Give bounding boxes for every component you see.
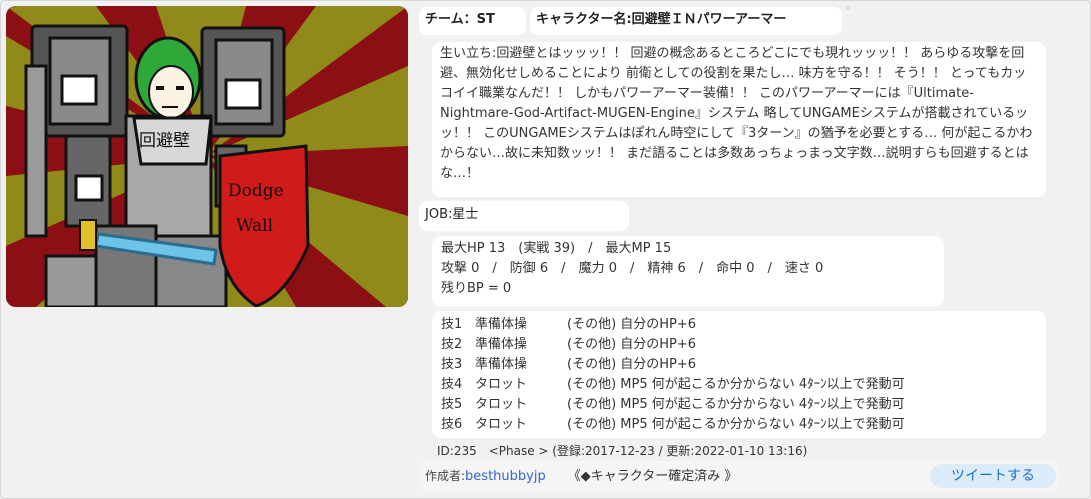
skill-number: 技4 [441,377,463,392]
creator-label: 作成者: [425,469,466,483]
skill-number: 技2 [441,337,463,352]
skill-row: 技3 準備体操 (その他) 自分のHP+6 [441,355,1037,375]
skill-name: タロット [475,377,528,392]
shield-lettering-2: Wall [236,216,273,236]
stats-bp: 残りBP = 0 [441,281,512,296]
corner-dot [846,6,850,10]
character-name: キャラクター名:回避壁ＩＮパワーアーマー [530,7,842,35]
skill-description: (その他) 自分のHP+6 [567,337,697,352]
stats-attributes: 攻撃 0 / 防御 6 / 魔力 0 / 精神 6 / 命中 0 / 速さ 0 [441,261,824,276]
skill-row: 技5 タロット (その他) MP5 何が起こるか分からない 4ﾀｰﾝ以上で発動可 [441,395,1037,415]
skill-description: (その他) 自分のHP+6 [567,357,697,372]
character-image: 回避壁 Dodge Wall [6,6,408,307]
skill-number: 技1 [441,317,463,332]
skill-name: 準備体操 [475,317,528,332]
skill-row: 技6 タロット (その他) MP5 何が起こるか分からない 4ﾀｰﾝ以上で発動可 [441,415,1037,435]
character-illustration: 回避壁 Dodge Wall [6,6,408,307]
team-label: チーム：ST [419,7,526,35]
stats-hp-mp: 最大HP 13 (実戦 39) / 最大MP 15 [441,241,672,256]
skill-number: 技3 [441,357,463,372]
character-meta: ID:235 <Phase > (登録:2017-12-23 / 更新:2022… [437,444,808,458]
character-status: 《◆キャラクター確定済み 》 [567,469,738,484]
skill-description: (その他) 自分のHP+6 [567,317,697,332]
stats-panel: 最大HP 13 (実戦 39) / 最大MP 15 攻撃 0 / 防御 6 / … [432,236,944,307]
skill-name: タロット [475,397,528,412]
skill-number: 技6 [441,417,463,432]
skill-name: タロット [475,417,528,432]
skill-number: 技5 [441,397,463,412]
skill-description: (その他) MP5 何が起こるか分からない 4ﾀｰﾝ以上で発動可 [567,397,905,412]
character-bio: 生い立ち:回避壁とはッッッ！！ 回避の概念あるところどこにでも現れッッッ！！ あ… [432,42,1046,197]
shield-lettering-1: Dodge [228,181,284,201]
skill-name: 準備体操 [475,337,528,352]
creator-link[interactable]: besthubbyjp [465,469,546,484]
skill-description: (その他) MP5 何が起こるか分からない 4ﾀｰﾝ以上で発動可 [567,417,905,432]
skill-description: (その他) MP5 何が起こるか分からない 4ﾀｰﾝ以上で発動可 [567,377,905,392]
chest-lettering: 回避壁 [139,131,190,151]
skill-row: 技2 準備体操 (その他) 自分のHP+6 [441,335,1037,355]
job-label: JOB:星士 [419,201,629,231]
skill-row: 技1 準備体操 (その他) 自分のHP+6 [441,315,1037,335]
skill-row: 技4 タロット (その他) MP5 何が起こるか分からない 4ﾀｰﾝ以上で発動可 [441,375,1037,395]
skills-panel: 技1 準備体操 (その他) 自分のHP+6 技2 準備体操 (その他) 自分のH… [432,311,1046,438]
tweet-button[interactable]: ツイートする [930,464,1056,488]
skill-name: 準備体操 [475,357,528,372]
